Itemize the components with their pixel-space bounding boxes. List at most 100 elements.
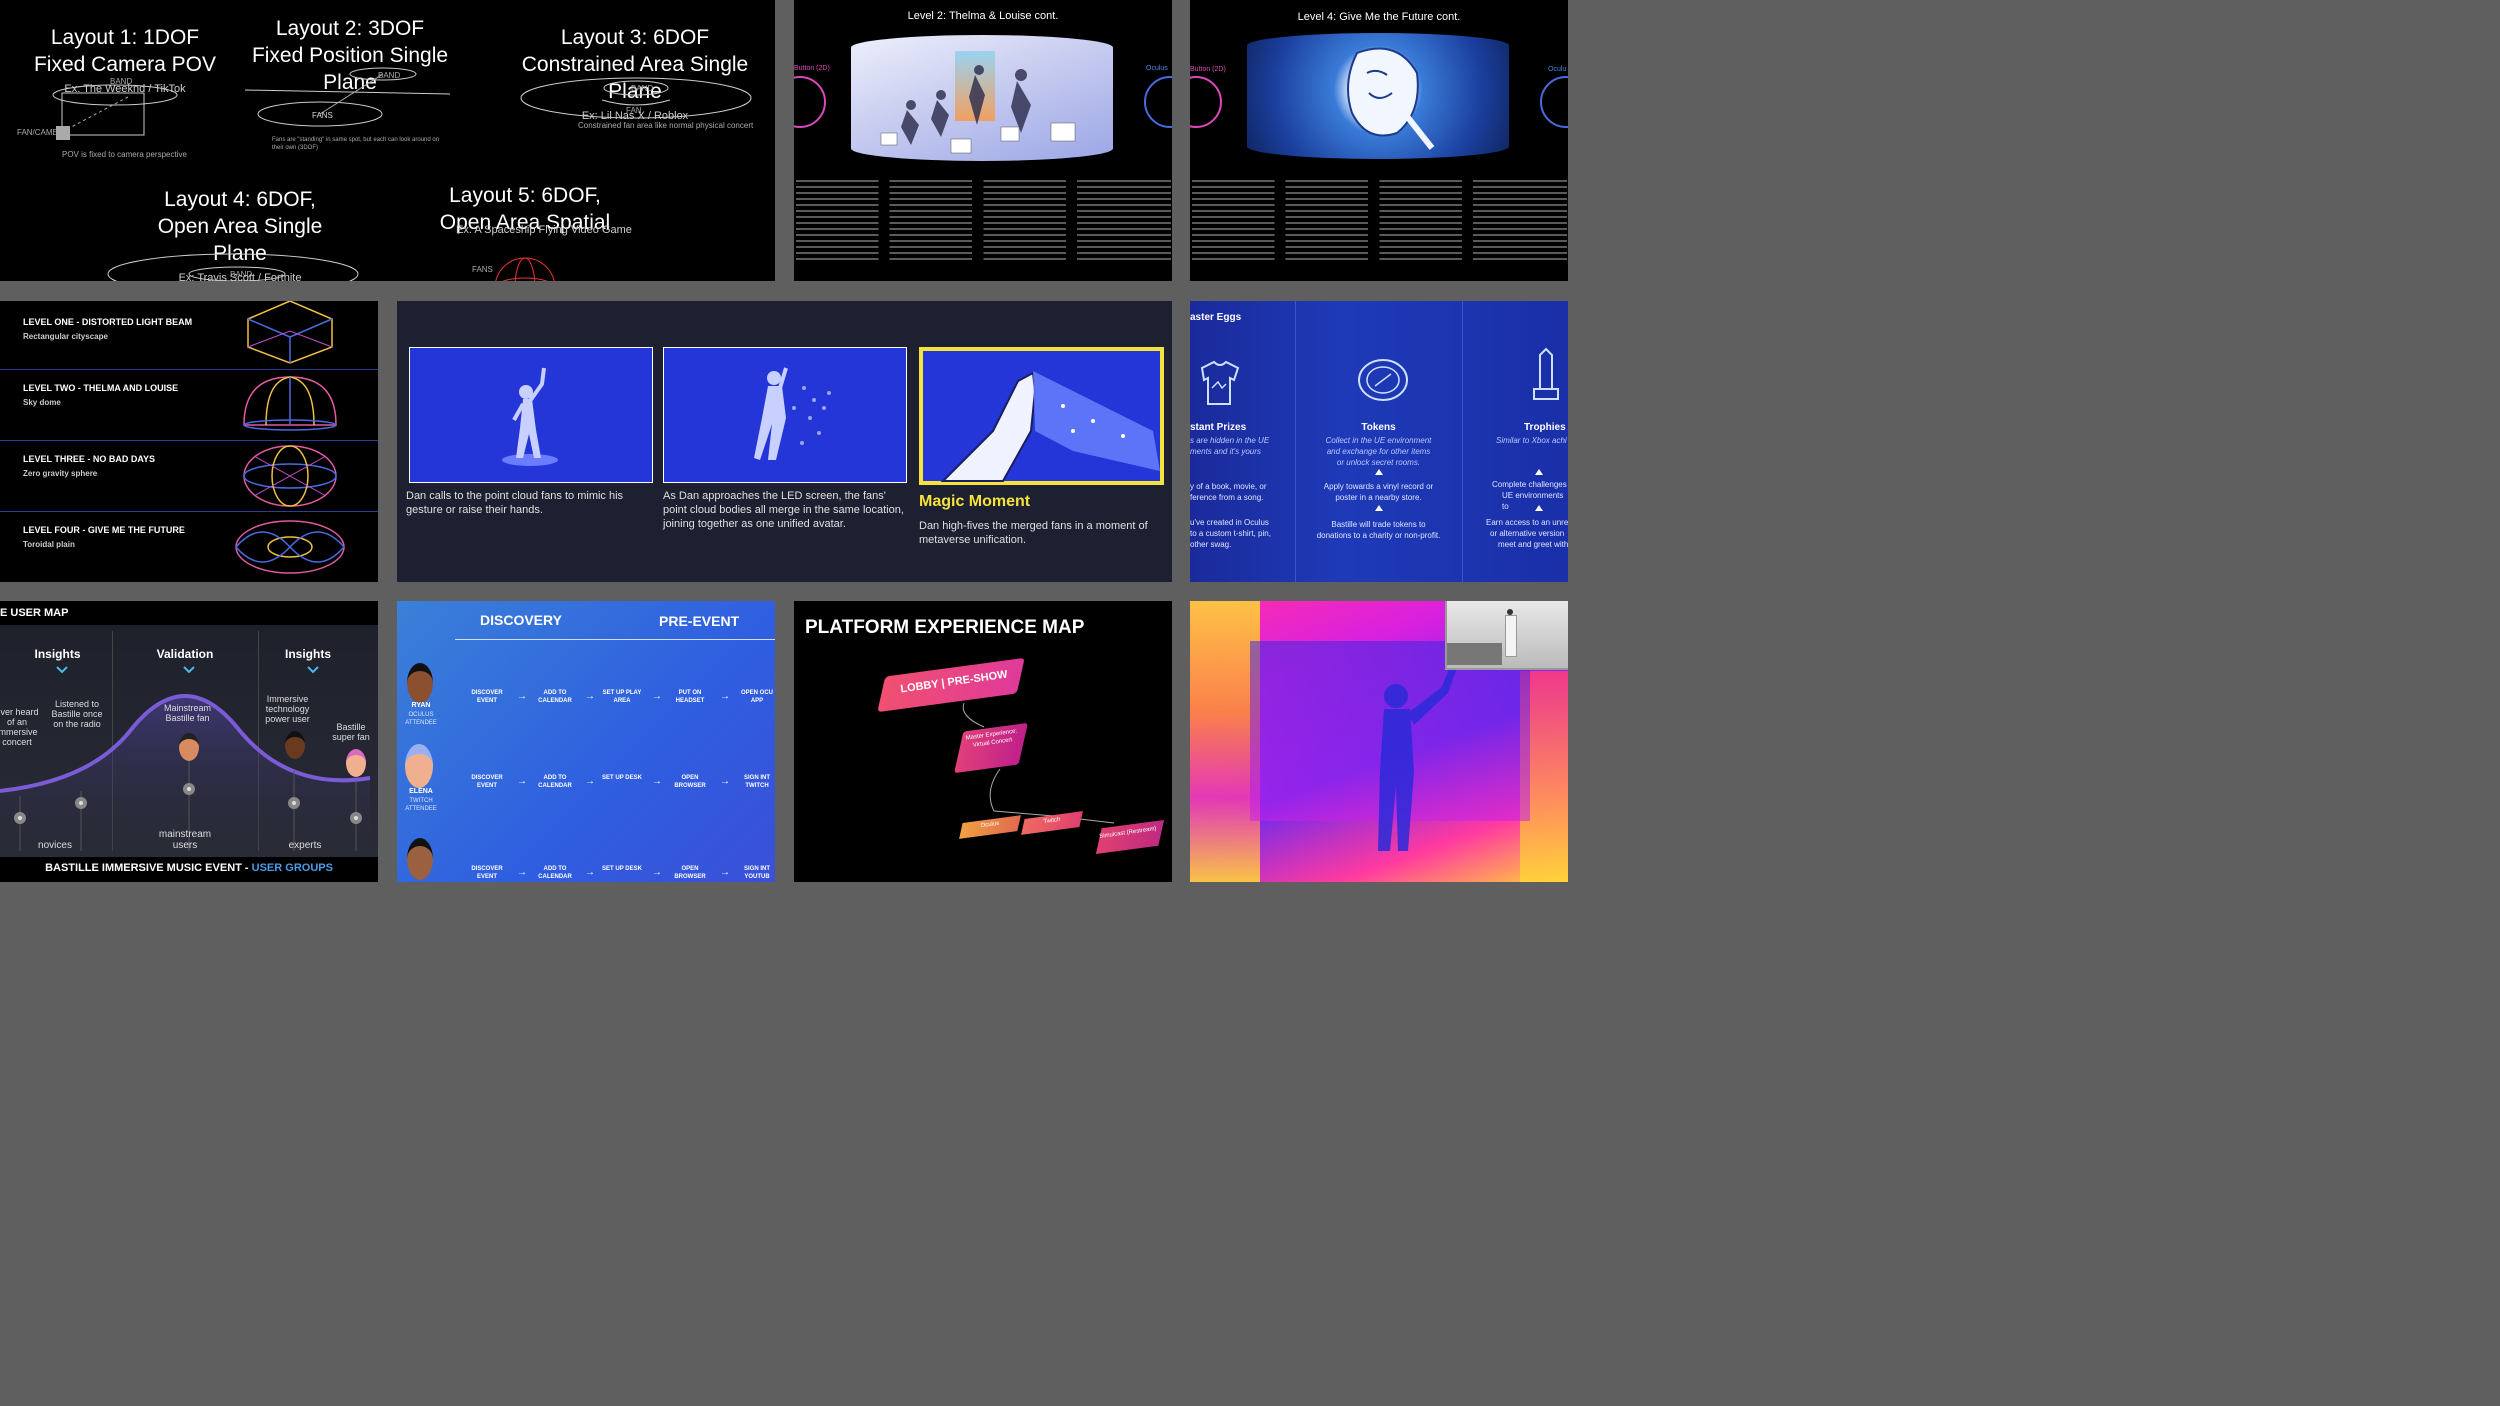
layout4-title: Layout 4: 6DOF,: [164, 188, 316, 211]
persona-role: OCULUS ATTENDEE: [405, 712, 437, 726]
avatar: [407, 663, 433, 703]
layout2-title: Layout 2: 3DOF: [275, 17, 425, 40]
arrow-right-icon: →: [652, 867, 662, 878]
journey-step: DISCOVER EVENT: [471, 690, 503, 704]
singer-portrait-icon: [1347, 47, 1435, 150]
level4-artwork: [1247, 33, 1509, 159]
axis-label: novices: [38, 840, 72, 851]
layout5-example: Ex: A Spaceship Flying Video Game: [456, 224, 632, 236]
phase-label: Validation: [156, 647, 214, 661]
level4-text-columns: [1192, 180, 1567, 260]
user-label: Immersive technology power user: [265, 694, 310, 724]
axis-label: mainstream users: [158, 829, 212, 851]
phase-label: Insights: [284, 647, 331, 661]
high-five-icon: [940, 371, 1160, 482]
layout2-diagram: [244, 67, 451, 127]
layout5-title: Layout 5: 6DOF,: [449, 184, 601, 207]
layout3-title: Layout 3: 6DOF: [560, 26, 710, 49]
dome-wireframe-icon: [243, 376, 337, 431]
layouts-slide: Layout 1: 1DOF Fixed Camera POV Ex: The …: [0, 0, 775, 281]
journey-step: PUT ON HEADSET: [675, 690, 705, 704]
user-label: ever heard of an immersive concert: [0, 707, 39, 747]
easter-eggs-slide: aster Eggs stant Prizes s are hidden in …: [1190, 301, 1568, 582]
story-panel-2-image: [663, 347, 907, 483]
user-label: Listened to Bastille once on the radio: [51, 699, 103, 729]
camera-inset: [1445, 601, 1568, 670]
arrow-right-icon: →: [585, 867, 595, 878]
layout4-band: BAND: [230, 270, 253, 279]
level-row: LEVEL THREE - NO BAD DAYS Zero gravity s…: [0, 440, 378, 512]
persona-role: TWITCH ATTENDEE: [405, 798, 437, 812]
stage-discovery: DISCOVERY: [480, 612, 562, 628]
journey-step: ADD TO CALENDAR: [538, 690, 572, 704]
journey-step: OPEN OCU APP: [740, 690, 773, 704]
level-name: LEVEL TWO - THELMA AND LOUISE: [23, 383, 179, 393]
journey-step: DISCOVER EVENT: [471, 775, 503, 789]
layout1-fan: FAN/CAMERA: [17, 128, 70, 137]
level-desc: Rectangular cityscape: [23, 332, 108, 341]
arrow-right-icon: →: [517, 867, 527, 878]
level2-left-label: Button (2D): [794, 65, 830, 72]
level4-left-label: Button (2D): [1190, 66, 1226, 73]
level-name: LEVEL FOUR - GIVE ME THE FUTURE: [23, 525, 185, 535]
journey-step: ADD TO CALENDAR: [538, 866, 572, 880]
level4-right-label: Oculu: [1548, 66, 1567, 73]
arrow-right-icon: →: [517, 691, 527, 702]
layout5-sphere: [495, 257, 555, 281]
story-panel-3-caption: Dan high-fives the merged fans in a mome…: [919, 520, 1148, 546]
arrow-indicators: [1375, 469, 1543, 511]
arrow-right-icon: →: [517, 776, 527, 787]
dancer-icon: [502, 367, 558, 466]
level-desc: Toroidal plain: [23, 540, 75, 549]
journey-step: OPEN BROWSER: [674, 775, 706, 789]
level-row: LEVEL FOUR - GIVE ME THE FUTURE Toroidal…: [0, 511, 378, 582]
level-name: LEVEL ONE - DISTORTED LIGHT BEAM: [23, 317, 193, 327]
journey-step: SIGN INT YOUTUB: [743, 866, 770, 880]
arrow-right-icon: →: [720, 691, 730, 702]
level4-title: Level 4: Give Me the Future cont.: [1297, 11, 1461, 23]
journey-map-slide: DISCOVERY PRE-EVENT RYAN OCULUS ATTENDEE…: [397, 601, 775, 882]
journey-step: ADD TO CALENDAR: [538, 775, 572, 789]
arrow-right-icon: →: [585, 776, 595, 787]
avatar: [346, 749, 366, 777]
avatar: [285, 731, 305, 759]
level2-slide: Level 2: Thelma & Louise cont. Button (2…: [794, 0, 1172, 281]
levels-slide: LEVEL ONE - DISTORTED LIGHT BEAM Rectang…: [0, 301, 378, 582]
journey-step: SET UP DESK: [602, 775, 642, 781]
arrow-right-icon: →: [720, 776, 730, 787]
user-map-title: E USER MAP: [0, 607, 69, 619]
story-slide: Dan calls to the point cloud fans to mim…: [397, 301, 1172, 582]
torus-wireframe-icon: [235, 520, 345, 574]
story-panel-2-caption: As Dan approaches the LED screen, the fa…: [663, 490, 904, 530]
user-map-slide: E USER MAP BASTILLE IMMERSIVE MUSIC EVEN…: [0, 601, 378, 882]
level-row: LEVEL TWO - THELMA AND LOUISE Sky dome: [0, 369, 378, 441]
level4-slide: Level 4: Give Me the Future cont. Button…: [1190, 0, 1568, 281]
level-desc: Zero gravity sphere: [23, 469, 98, 478]
level-desc: Sky dome: [23, 398, 61, 407]
avatar: [179, 733, 199, 761]
level2-title: Level 2: Thelma & Louise cont.: [907, 10, 1059, 22]
level2-artwork: [851, 35, 1113, 161]
layout2-note: Fans are "standing" in same spot, but ea…: [272, 137, 440, 151]
story-panel-1-image: [409, 347, 653, 483]
layout1-subtitle: Fixed Camera POV: [33, 53, 217, 76]
stage-pre-event: PRE-EVENT: [659, 613, 740, 629]
figures-icon: [880, 65, 1076, 154]
phase-label: Insights: [34, 647, 81, 661]
journey-step: SIGN INT TWITCH: [743, 775, 770, 789]
avatar: [407, 838, 433, 880]
layout3-band: BAND: [631, 84, 654, 93]
story-panel-1-caption: Dan calls to the point cloud fans to mim…: [406, 490, 624, 516]
layout1-title: Layout 1: 1DOF: [50, 26, 200, 49]
journey-step: OPEN BROWSER: [674, 866, 706, 880]
level-row: LEVEL ONE - DISTORTED LIGHT BEAM Rectang…: [0, 301, 378, 370]
story-panel-3-image: [919, 347, 1164, 485]
arrow-right-icon: →: [652, 776, 662, 787]
arrow-right-icon: →: [585, 691, 595, 702]
cube-wireframe-icon: [247, 301, 333, 364]
magic-moment-title: Magic Moment: [919, 493, 1031, 510]
level-name: LEVEL THREE - NO BAD DAYS: [23, 454, 156, 464]
level2-right-label: Oculus: [1146, 65, 1168, 72]
layout3-note: Constrained fan area like normal physica…: [578, 121, 754, 130]
axis-label: experts: [288, 840, 322, 851]
